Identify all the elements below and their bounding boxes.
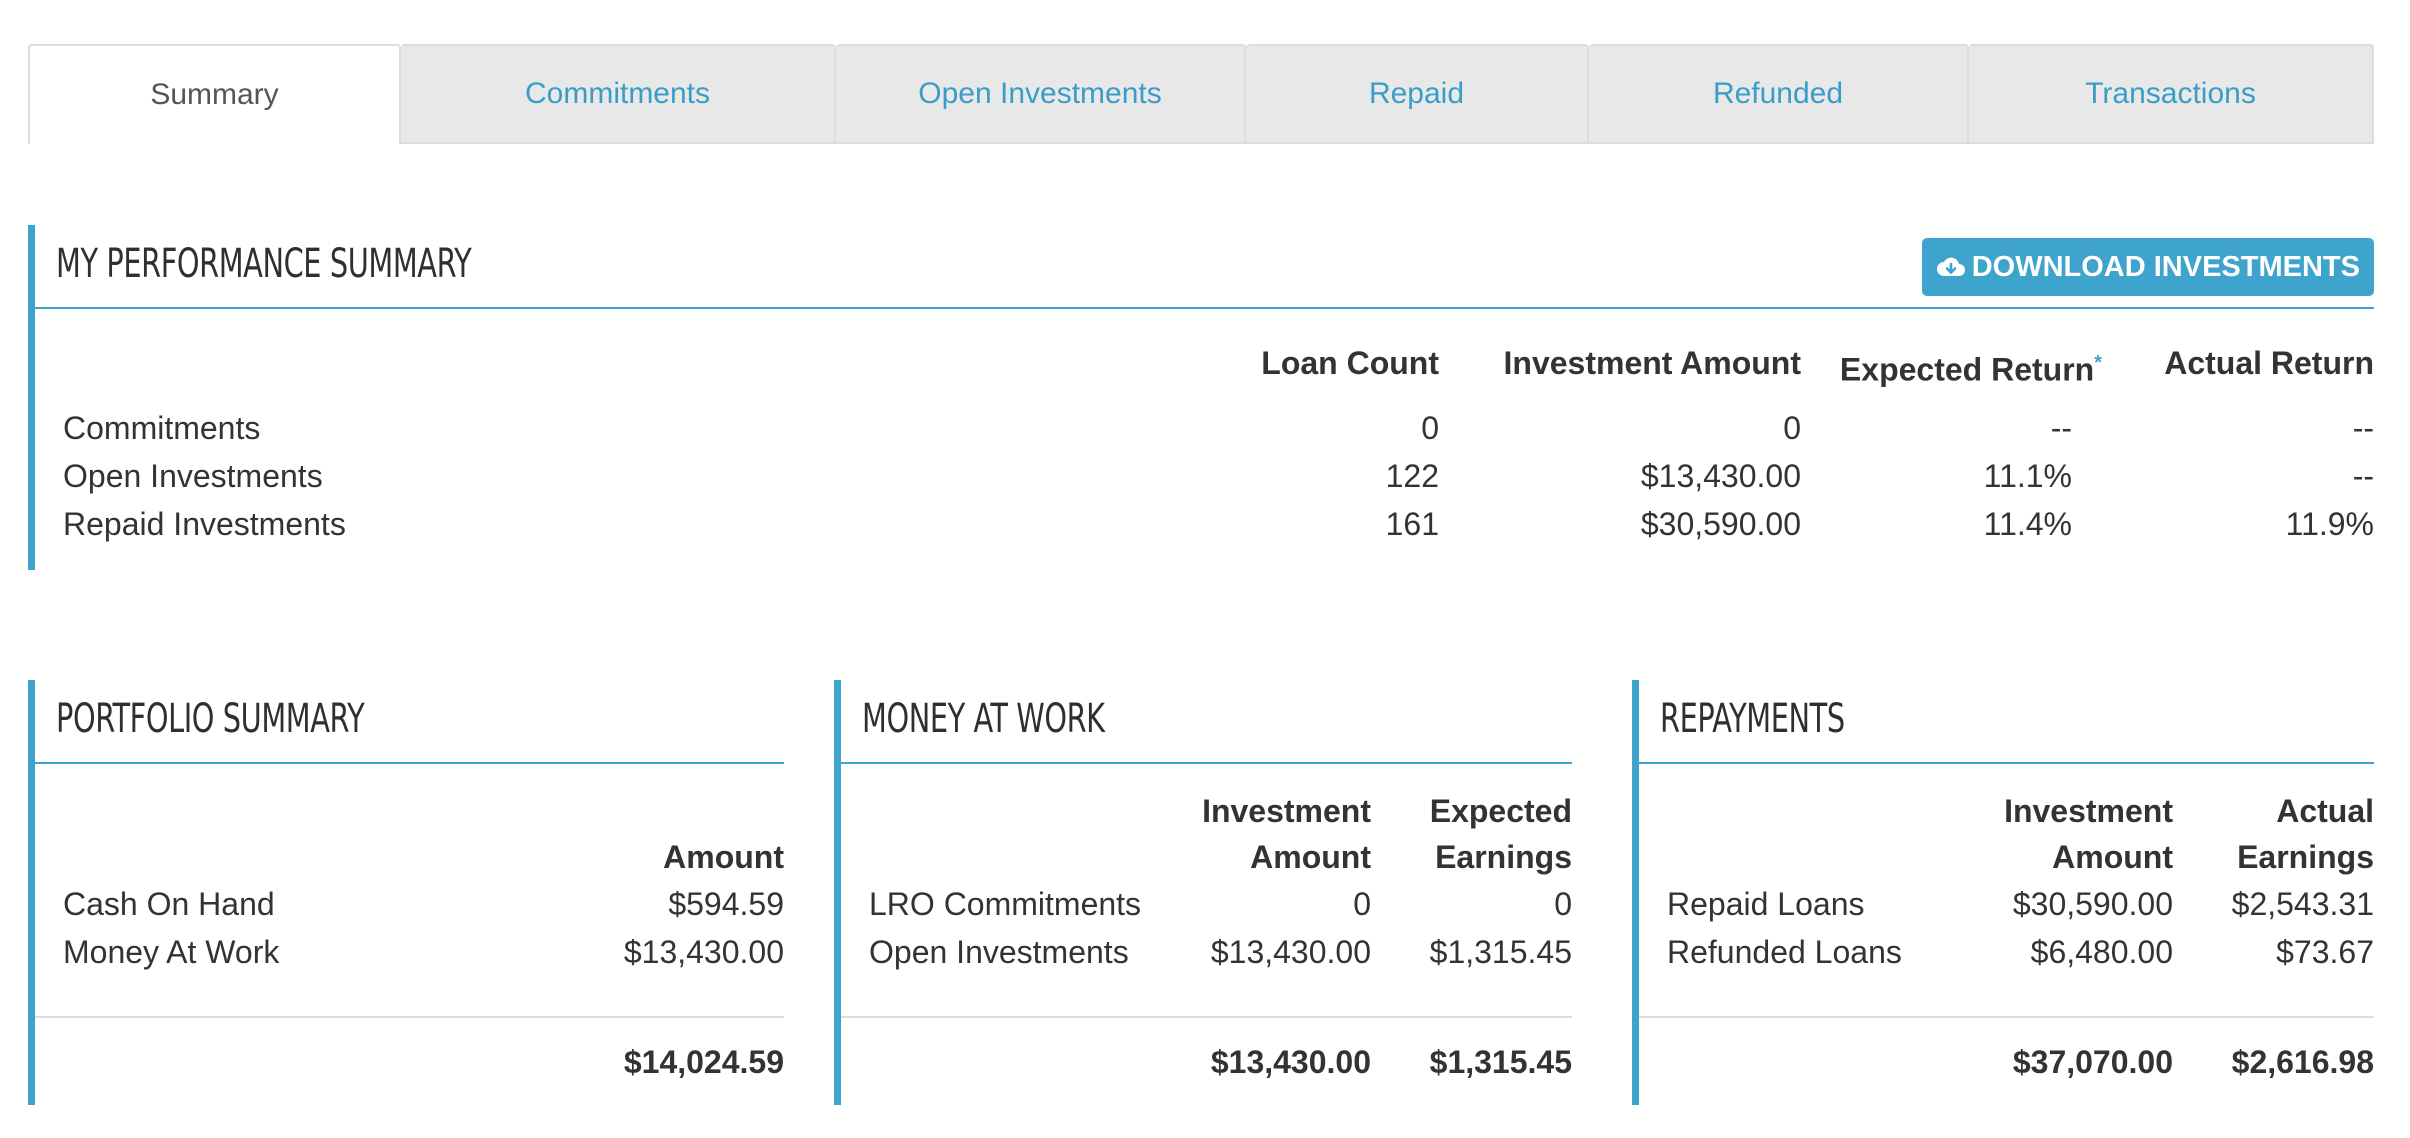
row-label-commitments: Commitments [63,410,261,446]
header-actual-return: Actual Return [2164,345,2374,381]
money-at-work-panel: MONEY AT WORK Investment Amount Expected… [834,680,1572,1105]
repayments-total-earnings: $2,616.98 [2231,1044,2374,1080]
header-expected-line2: Earnings [1435,839,1572,875]
repaid-investments-expected-return: 11.4% [1983,506,2072,542]
lro-commitments-expected-earnings: 0 [1554,886,1572,922]
tab-bar: Summary Commitments Open Investments Rep… [28,44,2374,144]
tab-commitments[interactable]: Commitments [401,44,836,144]
header-actual-earnings: Actual Earnings [2237,788,2374,880]
money-at-work-amount: $13,430.00 [623,934,784,970]
open-investments-mw-investment-amount: $13,430.00 [1210,934,1371,970]
row-label-repaid-loans: Repaid Loans [1667,886,1865,922]
tab-refunded[interactable]: Refunded [1589,44,1969,144]
repaid-investments-investment-amount: $30,590.00 [1640,506,1801,542]
header-investment-line1: Investment [1202,793,1371,829]
repaid-investments-actual-return: 11.9% [2285,506,2374,542]
tab-open-investments[interactable]: Open Investments [836,44,1246,144]
download-investments-button[interactable]: DOWNLOAD INVESTMENTS [1921,238,2374,296]
performance-summary-header: MY PERFORMANCE SUMMARY DOWNLOAD INVESTME… [35,225,2374,309]
header-investment-line2: Amount [1250,839,1371,875]
repayments-total-investment: $37,070.00 [2012,1044,2173,1080]
header-loan-count: Loan Count [1261,345,1439,381]
row-label-money-at-work: Money At Work [63,934,280,970]
portfolio-summary-title: PORTFOLIO SUMMARY [56,696,365,742]
header-investment-amount-rp: Investment Amount [2004,788,2173,880]
row-label-refunded-loans: Refunded Loans [1667,934,1902,970]
refunded-loans-actual-earnings: $73.67 [2276,934,2374,970]
commitments-actual-return: -- [2352,410,2374,446]
repaid-loans-investment-amount: $30,590.00 [2012,886,2173,922]
portfolio-total: $14,024.59 [623,1044,784,1080]
row-label-open-investments-mw: Open Investments [869,934,1129,970]
repayments-title: REPAYMENTS [1660,696,1845,742]
money-at-work-title: MONEY AT WORK [862,696,1105,742]
footnote-marker: * [2094,352,2102,374]
header-investment-line2: Amount [2052,839,2173,875]
header-investment-amount-mw: Investment Amount [1202,788,1371,880]
open-investments-actual-return: -- [2352,458,2374,494]
open-investments-investment-amount: $13,430.00 [1640,458,1801,494]
cash-on-hand-amount: $594.59 [668,886,784,922]
performance-summary-title: MY PERFORMANCE SUMMARY [56,241,472,287]
portfolio-summary-panel: PORTFOLIO SUMMARY Amount Cash On Hand $5… [28,680,784,1105]
open-investments-mw-expected-earnings: $1,315.45 [1429,934,1572,970]
performance-summary-panel: MY PERFORMANCE SUMMARY DOWNLOAD INVESTME… [28,225,2374,570]
repayments-header: REPAYMENTS [1639,680,2374,764]
header-expected-earnings: Expected Earnings [1430,788,1572,880]
repayments-panel: REPAYMENTS Investment Amount Actual Earn… [1632,680,2374,1105]
header-actual-line1: Actual [2276,793,2374,829]
header-investment-amount: Investment Amount [1503,345,1802,381]
download-investments-label: DOWNLOAD INVESTMENTS [1971,250,2360,283]
header-expected-return: Expected Return* [1840,340,2102,393]
open-investments-expected-return: 11.1% [1983,458,2072,494]
portfolio-summary-header: PORTFOLIO SUMMARY [35,680,784,764]
header-expected-return-label: Expected Return [1839,351,2095,388]
tab-summary[interactable]: Summary [28,44,401,144]
repaid-loans-actual-earnings: $2,543.31 [2231,886,2374,922]
total-divider [35,1016,784,1018]
refunded-loans-investment-amount: $6,480.00 [2030,934,2173,970]
total-divider [1639,1016,2374,1018]
commitments-loan-count: 0 [1421,410,1439,446]
money-at-work-total-investment: $13,430.00 [1210,1044,1371,1080]
open-investments-loan-count: 122 [1385,458,1439,494]
row-label-repaid-investments: Repaid Investments [63,506,346,542]
header-expected-line1: Expected [1429,793,1572,829]
commitments-expected-return: -- [2050,410,2072,446]
lro-commitments-investment-amount: 0 [1353,886,1371,922]
header-amount: Amount [663,839,784,875]
money-at-work-total-earnings: $1,315.45 [1429,1044,1572,1080]
total-divider [841,1016,1572,1018]
commitments-investment-amount: 0 [1783,410,1801,446]
cloud-download-icon [1936,257,1965,276]
repaid-investments-loan-count: 161 [1385,506,1439,542]
row-label-lro-commitments: LRO Commitments [869,886,1142,922]
row-label-cash-on-hand: Cash On Hand [63,886,275,922]
row-label-open-investments: Open Investments [63,458,323,494]
money-at-work-header: MONEY AT WORK [841,680,1572,764]
header-investment-line1: Investment [2004,793,2173,829]
tab-repaid[interactable]: Repaid [1246,44,1589,144]
header-actual-line2: Earnings [2237,839,2374,875]
tab-transactions[interactable]: Transactions [1969,44,2374,144]
